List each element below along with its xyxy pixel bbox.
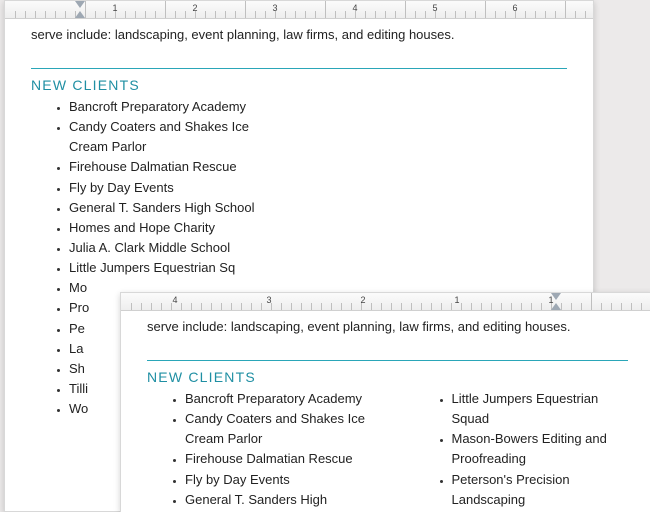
horizontal-ruler[interactable]: 43211 bbox=[121, 293, 650, 311]
ruler-label: 2 bbox=[192, 3, 197, 13]
list-item: Candy Coaters and Shakes Ice Cream Parlo… bbox=[185, 409, 376, 449]
client-list-two-column: Bancroft Preparatory AcademyCandy Coater… bbox=[121, 387, 650, 512]
list-item: Little Jumpers Equestrian Squad bbox=[452, 389, 643, 429]
ruler-label: 3 bbox=[266, 295, 271, 305]
horizontal-ruler[interactable]: 1 2 3 4 5 6 7 bbox=[5, 1, 593, 19]
stage: 1 2 3 4 5 6 7 serve include: landscaping, even… bbox=[0, 0, 650, 512]
list-item: Bancroft Preparatory Academy bbox=[185, 389, 376, 409]
section-heading-new-clients: NEW CLIENTS bbox=[121, 369, 650, 387]
ruler-label: 2 bbox=[360, 295, 365, 305]
client-list-col2: Little Jumpers Equestrian SquadMason-Bow… bbox=[406, 389, 643, 512]
list-item: Fly by Day Events bbox=[69, 178, 265, 198]
list-item: Little Jumpers Equestrian Sq bbox=[69, 258, 265, 278]
ruler-label: 6 bbox=[512, 3, 517, 13]
first-line-indent-marker-icon[interactable] bbox=[551, 293, 561, 300]
body-text-serve-line: serve include: landscaping, event planni… bbox=[5, 21, 593, 46]
client-list-col1: Bancroft Preparatory AcademyCandy Coater… bbox=[121, 389, 376, 512]
ruler-label: 3 bbox=[272, 3, 277, 13]
section-heading-new-clients: NEW CLIENTS bbox=[5, 77, 593, 95]
ruler-label: 4 bbox=[172, 295, 177, 305]
hanging-indent-marker-icon[interactable] bbox=[75, 11, 85, 18]
list-item: Peterson's Precision Landscaping bbox=[452, 470, 643, 510]
list-item: Firehouse Dalmatian Rescue bbox=[69, 157, 265, 177]
first-line-indent-marker-icon[interactable] bbox=[75, 1, 85, 8]
list-item: Julia A. Clark Middle School bbox=[69, 238, 265, 258]
ruler-label: 5 bbox=[432, 3, 437, 13]
list-item: General T. Sanders High School bbox=[185, 490, 376, 512]
list-item: General T. Sanders High School bbox=[69, 198, 265, 218]
hanging-indent-marker-icon[interactable] bbox=[551, 303, 561, 310]
body-text-serve-line: serve include: landscaping, event planni… bbox=[121, 313, 650, 338]
list-item: Homes and Hope Charity bbox=[69, 218, 265, 238]
document-window-two-column: 43211 serve include: landscaping, event … bbox=[120, 292, 650, 512]
divider-accent bbox=[31, 68, 567, 69]
list-item: Mason-Bowers Editing and Proofreading bbox=[452, 429, 643, 469]
ruler-label: 4 bbox=[352, 3, 357, 13]
list-item: Firehouse Dalmatian Rescue bbox=[185, 449, 376, 469]
list-item: Bancroft Preparatory Academy bbox=[69, 97, 265, 117]
page-surface: serve include: landscaping, event planni… bbox=[121, 311, 650, 512]
ruler-label: 7 bbox=[592, 3, 593, 13]
divider-accent bbox=[147, 360, 628, 361]
ruler-label: 1 bbox=[112, 3, 117, 13]
list-item: Fly by Day Events bbox=[185, 470, 376, 490]
list-item: Candy Coaters and Shakes Ice Cream Parlo… bbox=[69, 117, 265, 157]
ruler-label: 1 bbox=[454, 295, 459, 305]
